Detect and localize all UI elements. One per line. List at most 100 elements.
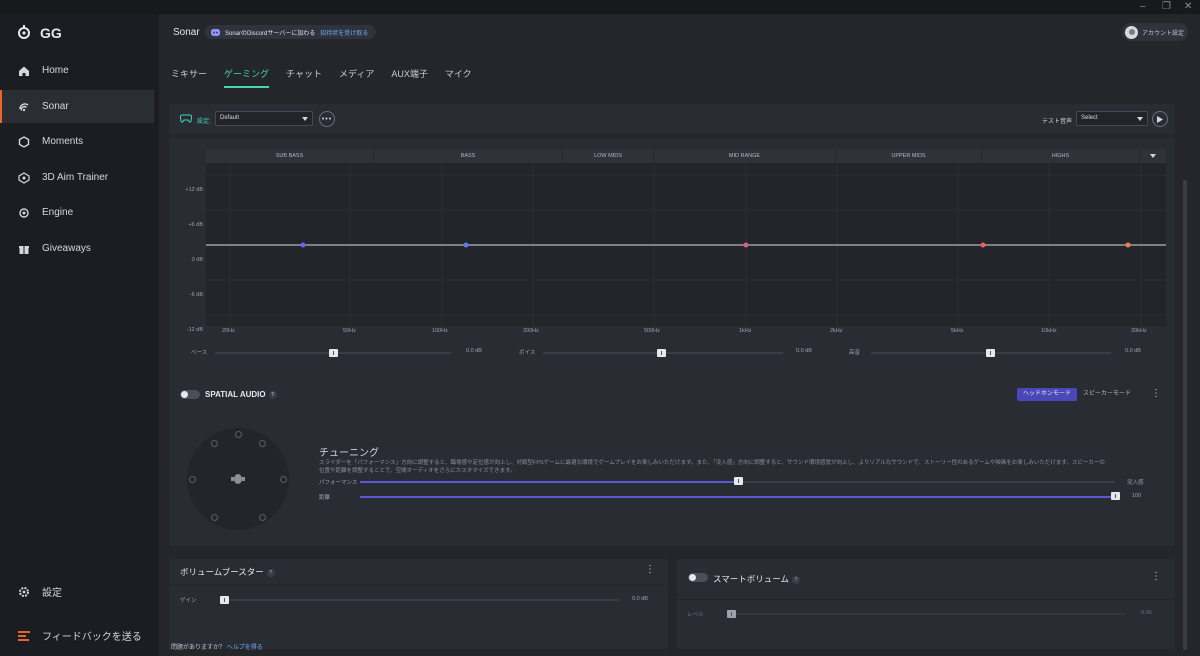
tuning-slider-thumb[interactable] <box>733 477 743 485</box>
speaker-mode-button[interactable]: スピーカーモード <box>1077 388 1137 401</box>
spatial-more-icon[interactable]: ⋮ <box>1151 388 1161 399</box>
sidebar-feedback[interactable]: フィードバックを送る <box>18 628 142 643</box>
tuning-title: チューニング <box>319 448 379 459</box>
db-label-plus6: +6 dB <box>188 222 203 228</box>
voice-slider-row: ボイス 0.0 dB <box>519 347 819 359</box>
distance-label: 距離 <box>319 495 331 501</box>
smart-volume-panel: スマートボリューム? ⋮ レベル 0.00 <box>677 559 1175 649</box>
speaker-dot[interactable] <box>259 514 266 521</box>
tuning-slider-fill <box>360 481 738 483</box>
speaker-dot[interactable] <box>211 514 218 521</box>
smart-volume-more-icon[interactable]: ⋮ <box>1151 571 1161 582</box>
headphone-mode-button[interactable]: ヘッドホンモード <box>1016 388 1077 401</box>
avatar <box>1125 25 1138 39</box>
sidebar-item-giveaways[interactable]: Giveaways <box>0 232 154 265</box>
smart-volume-toggle[interactable] <box>688 573 708 582</box>
speaker-dot[interactable] <box>259 440 266 447</box>
level-slider-thumb[interactable] <box>727 610 736 618</box>
divider <box>169 585 668 586</box>
logo-text: GG <box>40 25 62 41</box>
preset-label: 設定: <box>197 119 211 125</box>
tab-mixer[interactable]: ミキサー <box>171 67 207 88</box>
account-settings-button[interactable]: アカウント設定 <box>1122 23 1188 41</box>
minimize-button[interactable]: – <box>1140 1 1146 12</box>
bass-slider-value: 0.0 dB <box>466 348 482 354</box>
volume-booster-more-icon[interactable]: ⋮ <box>645 564 655 575</box>
tab-media[interactable]: メディア <box>339 67 374 88</box>
bass-slider-thumb[interactable] <box>329 349 338 357</box>
discord-invite-link[interactable]: 招待状を受け取る <box>320 28 368 37</box>
band-highs: HIGHS <box>982 149 1140 163</box>
sonar-icon <box>19 102 29 111</box>
sidebar-item-aim-trainer[interactable]: 3D Aim Trainer <box>0 161 154 194</box>
steelseries-logo-icon <box>18 25 30 39</box>
help-icon[interactable]: ? <box>792 575 800 584</box>
main-content: Sonar SonarのDiscordサーバーに加わる 招待状を受け取る アカウ… <box>159 14 1200 656</box>
sidebar-settings[interactable]: 設定 <box>18 584 62 599</box>
close-button[interactable]: ✕ <box>1184 1 1192 12</box>
restore-button[interactable]: ❐ <box>1162 1 1171 12</box>
speaker-dot[interactable] <box>235 431 242 438</box>
test-sound-select[interactable]: Select <box>1076 111 1148 126</box>
help-icon[interactable]: ? <box>266 568 275 577</box>
help-link[interactable]: ヘルプを得る <box>227 645 263 651</box>
more-icon: ••• <box>321 115 333 123</box>
db-label-plus12: +12 dB <box>185 187 203 193</box>
level-slider-track[interactable] <box>729 613 1125 615</box>
bass-slider-label: ベース <box>191 350 208 356</box>
distance-slider-fill <box>360 496 1115 498</box>
tab-chat[interactable]: チャット <box>286 67 322 88</box>
treble-slider-thumb[interactable] <box>986 349 995 357</box>
voice-slider-thumb[interactable] <box>657 349 666 357</box>
home-icon <box>19 66 29 76</box>
footer-help: 問題がありますか？ ヘルプを得る <box>171 642 263 651</box>
chevron-down-icon <box>302 117 308 121</box>
sidebar: GG Home Sonar Moments 3D Aim Trainer Eng… <box>0 14 159 656</box>
band-upper-mids: UPPER MIDS <box>836 149 982 163</box>
play-button[interactable] <box>1152 111 1168 127</box>
tab-gaming[interactable]: ゲーミング <box>224 67 270 88</box>
feedback-label: フィードバックを送る <box>42 632 142 643</box>
band-low-mids: LOW MIDS <box>563 149 654 163</box>
help-icon[interactable]: ? <box>268 390 277 399</box>
settings-label: 設定 <box>42 588 62 599</box>
performance-label: パフォーマンス <box>319 480 358 486</box>
hz-label: 100Hz <box>432 328 448 334</box>
distance-slider-track[interactable] <box>360 496 1115 498</box>
sidebar-item-engine[interactable]: Engine <box>0 196 154 229</box>
title-bar: – ❐ ✕ <box>0 0 1200 14</box>
discord-banner[interactable]: SonarのDiscordサーバーに加わる 招待状を受け取る <box>205 25 377 39</box>
speaker-dot[interactable] <box>280 476 287 483</box>
app-logo[interactable]: GG <box>16 25 62 41</box>
tab-mic[interactable]: マイク <box>445 67 472 88</box>
listener-icon <box>231 474 245 484</box>
immersion-label: 没入感 <box>1127 480 1144 486</box>
volume-booster-panel: ボリュームブースター? ⋮ ゲイン 0.0 dB <box>169 559 668 649</box>
sidebar-item-home[interactable]: Home <box>0 54 154 87</box>
hz-label: 10kHz <box>1041 328 1057 334</box>
distance-slider-thumb[interactable] <box>1111 492 1120 500</box>
hz-label: 2kHz <box>830 328 843 334</box>
tab-aux[interactable]: AUX端子 <box>391 67 428 88</box>
gain-slider-thumb[interactable] <box>220 596 229 604</box>
hz-label: 200Hz <box>523 328 539 334</box>
spatial-audio-toggle[interactable] <box>180 390 200 399</box>
tab-bar: ミキサー ゲーミング チャット メディア AUX端子 マイク <box>171 67 472 88</box>
band-bass: BASS <box>374 149 563 163</box>
hz-label: 20kHz <box>1131 328 1147 334</box>
sidebar-item-sonar[interactable]: Sonar <box>0 90 154 123</box>
eq-graph[interactable] <box>206 163 1166 326</box>
band-dropdown[interactable] <box>1140 149 1166 163</box>
hz-label: 50Hz <box>343 328 356 334</box>
speaker-dot[interactable] <box>189 476 196 483</box>
gear-icon <box>19 586 29 597</box>
eq-point-sub-bass <box>300 242 306 248</box>
preset-select[interactable]: Default <box>215 111 313 126</box>
scrollbar[interactable] <box>1183 180 1187 650</box>
speaker-position-dial[interactable] <box>187 428 289 530</box>
more-options-button[interactable]: ••• <box>319 111 335 127</box>
tuning-description: スライダーを「パフォーマンス」方向に調整すると、臨場感や定位感が向上し、対戦型F… <box>319 460 1105 474</box>
speaker-dot[interactable] <box>211 440 218 447</box>
sidebar-item-moments[interactable]: Moments <box>0 125 154 158</box>
gain-slider-track[interactable] <box>221 599 619 601</box>
